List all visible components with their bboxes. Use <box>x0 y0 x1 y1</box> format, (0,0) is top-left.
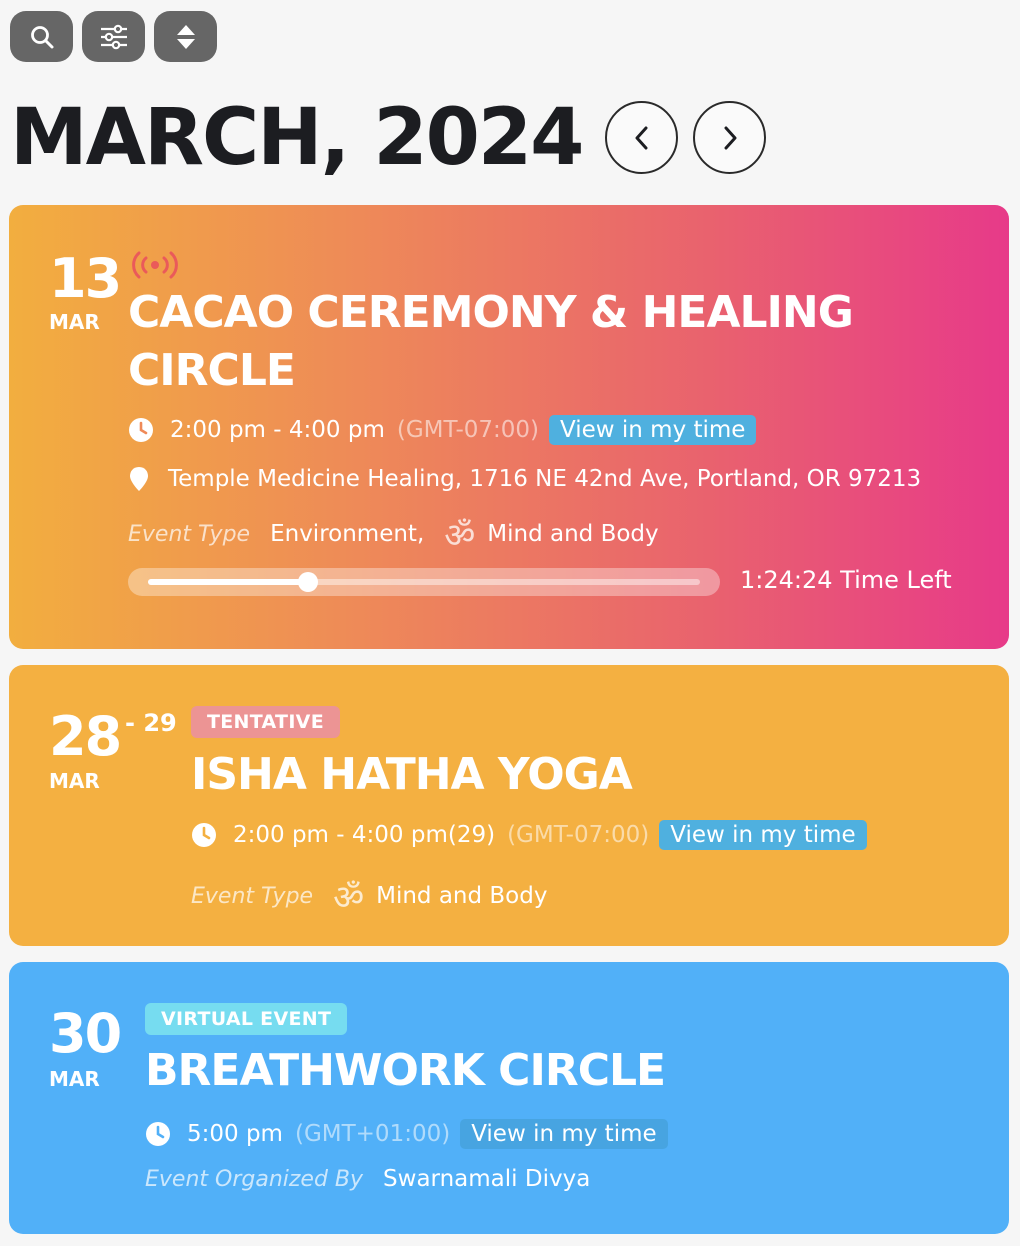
view-in-my-time-button[interactable]: View in my time <box>460 1119 668 1149</box>
virtual-event-badge: VIRTUAL EVENT <box>145 1003 348 1035</box>
event-card[interactable]: 30 MAR VIRTUAL EVENT BREATHWORK CIRCLE 5… <box>9 962 1009 1234</box>
organizer-label: Event Organized By <box>145 1166 364 1192</box>
progress-fill <box>148 579 308 585</box>
search-icon <box>30 25 53 48</box>
event-type-label: Event Type <box>191 883 314 909</box>
event-title[interactable]: ISHA HATHA YOGA <box>191 746 633 804</box>
event-month: MAR <box>49 769 100 793</box>
event-time-row: 5:00 pm (GMT+01:00) View in my time <box>145 1119 668 1149</box>
event-time: 5:00 pm <box>187 1121 283 1147</box>
toolbar <box>10 11 217 62</box>
event-location-row: Temple Medicine Healing, 1716 NE 42nd Av… <box>128 466 921 492</box>
event-timezone: (GMT-07:00) <box>507 822 650 848</box>
chevron-left-icon <box>635 126 647 149</box>
next-month-button[interactable] <box>693 101 766 174</box>
event-type-mind-body[interactable]: Mind and Body <box>376 883 547 909</box>
filter-sliders-icon <box>100 24 127 49</box>
previous-month-button[interactable] <box>605 101 678 174</box>
clock-icon <box>191 822 217 848</box>
event-day: 28 <box>49 705 122 768</box>
event-title[interactable]: CACAO CEREMONY & HEALING CIRCLE <box>128 284 854 400</box>
event-title-line: CACAO CEREMONY & HEALING <box>128 287 854 338</box>
event-timezone: (GMT+01:00) <box>294 1121 451 1147</box>
chevron-right-icon <box>724 126 736 149</box>
om-icon: ॐ <box>444 516 476 556</box>
event-progress-bar <box>128 568 720 596</box>
event-card[interactable]: 28 - 29 MAR TENTATIVE ISHA HATHA YOGA 2:… <box>9 665 1009 946</box>
location-pin-icon <box>128 466 150 492</box>
progress-knob[interactable] <box>298 572 318 592</box>
event-type-environment[interactable]: Environment, <box>270 521 424 547</box>
event-title[interactable]: BREATHWORK CIRCLE <box>145 1042 666 1100</box>
organizer-name[interactable]: Swarnamali Divya <box>383 1166 590 1192</box>
event-time: 2:00 pm - 4:00 pm <box>170 417 385 443</box>
view-in-my-time-button[interactable]: View in my time <box>659 820 867 850</box>
event-time-row: 2:00 pm - 4:00 pm(29) (GMT-07:00) View i… <box>191 820 867 850</box>
event-organizer-row: Event Organized By Swarnamali Divya <box>145 1166 590 1192</box>
event-card[interactable]: 13 MAR CACAO CEREMONY & HEALING CIRCLE 2… <box>9 205 1009 649</box>
event-location[interactable]: Temple Medicine Healing, 1716 NE 42nd Av… <box>168 466 921 492</box>
event-day: 13 <box>49 247 122 310</box>
filter-button[interactable] <box>82 11 145 62</box>
search-button[interactable] <box>10 11 73 62</box>
event-month: MAR <box>49 1067 100 1091</box>
live-broadcast-icon <box>127 247 183 287</box>
event-type-mind-body[interactable]: Mind and Body <box>487 521 658 547</box>
clock-icon <box>128 417 154 443</box>
event-day-end: - 29 <box>125 709 177 737</box>
status-badge: TENTATIVE <box>191 706 340 738</box>
clock-icon <box>145 1121 171 1147</box>
event-month: MAR <box>49 310 100 334</box>
sort-icon <box>176 24 195 49</box>
month-header: MARCH, 2024 <box>10 93 584 183</box>
event-title-line: CIRCLE <box>128 345 296 396</box>
event-type-row: Event Type ॐ Mind and Body <box>191 873 547 919</box>
event-time: 2:00 pm - 4:00 pm(29) <box>233 822 496 848</box>
event-time-row: 2:00 pm - 4:00 pm (GMT-07:00) View in my… <box>128 415 757 445</box>
time-left: 1:24:24 Time Left <box>740 566 952 594</box>
view-in-my-time-button[interactable]: View in my time <box>549 415 757 445</box>
event-timezone: (GMT-07:00) <box>396 417 539 443</box>
om-icon: ॐ <box>333 878 365 918</box>
event-type-row: Event Type Environment, ॐ Mind and Body <box>128 511 659 557</box>
sort-button[interactable] <box>154 11 217 62</box>
event-type-label: Event Type <box>128 521 251 547</box>
page-title: MARCH, 2024 <box>10 93 584 183</box>
event-day: 30 <box>49 1002 122 1065</box>
